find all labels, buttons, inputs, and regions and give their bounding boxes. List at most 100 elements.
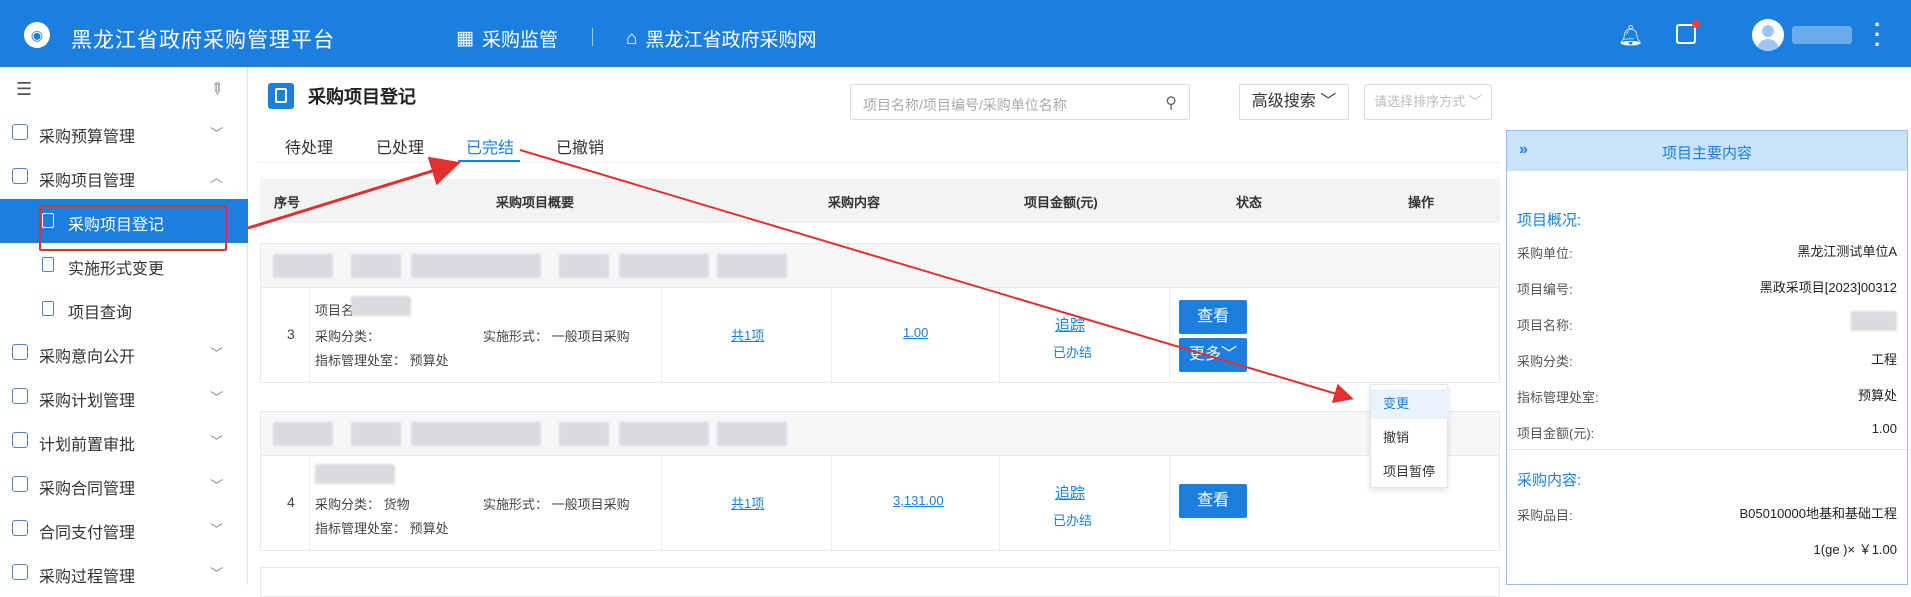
status-badge: 已办结 xyxy=(1053,345,1093,360)
advanced-search-button[interactable]: 高级搜索 ﹀ xyxy=(1239,84,1349,120)
search-input[interactable]: 项目名称/项目编号/采购单位名称 ⚲ xyxy=(850,84,1190,120)
tab-completed[interactable]: 已完结 xyxy=(466,134,514,158)
field-label: 指标管理处室: xyxy=(1517,390,1599,405)
sidebar-item-project[interactable]: 采购项目管理 ︿ xyxy=(0,155,248,199)
field-value: 1.00 xyxy=(1871,421,1897,436)
th-index: 序号 xyxy=(274,195,301,210)
row-group-header-blurred xyxy=(261,244,1499,288)
row-group-header-blurred xyxy=(261,412,1499,456)
sidebar-item-label: 计划前置审批 xyxy=(39,437,136,454)
more-button[interactable]: 更多﹀ xyxy=(1179,338,1247,372)
sidebar-item-contract[interactable]: 采购合同管理 ﹀ xyxy=(0,463,248,507)
track-link[interactable]: 追踪 xyxy=(1055,482,1085,503)
row-amount-link[interactable]: 1.00 xyxy=(903,325,928,340)
th-amount: 项目金额(元) xyxy=(1024,195,1098,210)
track-link[interactable]: 追踪 xyxy=(1055,314,1085,335)
sidebar-item-payment[interactable]: 合同支付管理 ﹀ xyxy=(0,507,248,551)
table-header: 序号 采购项目概要 采购内容 项目金额(元) 状态 操作 xyxy=(260,179,1500,223)
row-summary-category: 采购分类： xyxy=(315,329,381,344)
project-detail-panel: » 项目主要内容 项目概况: 采购单位: 黑龙江测试单位A 项目编号: 黑政采项… xyxy=(1506,130,1908,585)
sidebar-header: ☰ ✎ xyxy=(0,67,248,111)
plan-icon xyxy=(12,388,28,404)
bell-icon[interactable]: 🔔︎ xyxy=(1618,23,1643,48)
tab-bar: 待处理 已处理 已完结 已撤销 xyxy=(258,122,1500,162)
tab-divider xyxy=(258,162,1500,163)
row-summary-dept: 指标管理处室： 预算处 xyxy=(315,353,449,368)
page-title-text: 采购项目登记 xyxy=(308,87,416,107)
more-vertical-icon[interactable]: · · · xyxy=(1874,14,1881,56)
annotation-highlight-box xyxy=(39,205,227,251)
grid-icon: ▦ xyxy=(456,28,474,49)
row-summary-category: 采购分类： 货物 xyxy=(315,497,410,512)
content-title: 采购内容: xyxy=(1517,472,1582,489)
notification-dot xyxy=(1692,20,1700,28)
nav-supervise[interactable]: ▦ 采购监管 xyxy=(456,25,558,52)
row-content-link[interactable]: 共1项 xyxy=(731,325,764,344)
row-summary-form: 实施形式： 一般项目采购 xyxy=(483,497,630,512)
sidebar: ☰ ✎ 采购预算管理 ﹀ 采购项目管理 ︿ 采购项目登记 实施形式变更 项目查询… xyxy=(0,67,248,586)
view-button[interactable]: 查看 xyxy=(1179,484,1247,518)
row-body: 4 采购分类： 货物 实施形式： 一般项目采购 指标管理处室： 预算处 共1项 … xyxy=(261,456,1499,550)
sidebar-item-intent[interactable]: 采购意向公开 ﹀ xyxy=(0,331,248,375)
chevron-down-icon: ﹀ xyxy=(210,478,224,493)
contract-icon xyxy=(12,476,28,492)
tab-revoked[interactable]: 已撤销 xyxy=(556,134,604,158)
avatar[interactable] xyxy=(1752,19,1784,51)
user-name-blurred xyxy=(1792,26,1852,44)
chevron-down-icon: ﹀ xyxy=(210,126,224,141)
top-bar: ◉ 黑龙江省政府采购管理平台 ▦ 采购监管 ⌂ 黑龙江省政府采购网 🔔︎ · · · xyxy=(0,0,1911,67)
intent-icon xyxy=(12,344,28,360)
menu-item-revoke[interactable]: 撤销 xyxy=(1371,423,1449,453)
sidebar-item-project-query[interactable]: 项目查询 xyxy=(0,287,248,331)
sidebar-item-process[interactable]: 采购过程管理 ﹀ xyxy=(0,551,248,595)
table-row-partial xyxy=(260,567,1500,597)
main-content: 采购项目登记 项目名称/项目编号/采购单位名称 ⚲ 高级搜索 ﹀ 请选择排序方式… xyxy=(258,67,1500,597)
status-badge: 已办结 xyxy=(1053,513,1093,528)
item-value: B05010000地基和基础工程 xyxy=(1739,506,1897,521)
menu-item-pause[interactable]: 项目暂停 xyxy=(1371,457,1449,487)
row-content-link[interactable]: 共1项 xyxy=(731,493,764,512)
nav-site[interactable]: ⌂ 黑龙江省政府采购网 xyxy=(626,25,817,52)
sidebar-item-label: 采购过程管理 xyxy=(39,569,136,586)
search-document-icon xyxy=(42,301,54,316)
chevron-up-icon: ︿ xyxy=(210,170,224,185)
sort-placeholder: 请选择排序方式 xyxy=(1374,94,1466,109)
chevron-down-icon: ﹀ xyxy=(210,522,224,537)
chevron-down-icon: ﹀ xyxy=(210,346,224,361)
app-title: 黑龙江省政府采购管理平台 xyxy=(71,29,335,52)
menu-item-change[interactable]: 变更 xyxy=(1371,389,1449,419)
document-icon xyxy=(42,257,54,272)
field-value: 黑龙江测试单位A xyxy=(1797,244,1897,259)
field-value: 工程 xyxy=(1870,352,1897,367)
tab-pending[interactable]: 待处理 xyxy=(285,134,333,158)
tab-processed[interactable]: 已处理 xyxy=(376,134,424,158)
search-icon[interactable]: ⚲ xyxy=(1165,93,1177,113)
menu-icon[interactable]: ☰ xyxy=(16,79,32,100)
row-summary-form: 实施形式： 一般项目采购 xyxy=(483,329,630,344)
sidebar-item-pre-approval[interactable]: 计划前置审批 ﹀ xyxy=(0,419,248,463)
chevron-down-icon: ﹀ xyxy=(210,566,224,581)
sidebar-item-label: 采购意向公开 xyxy=(39,349,136,366)
field-value: 黑政采项目[2023]00312 xyxy=(1759,280,1897,295)
task-icon[interactable] xyxy=(1676,20,1700,44)
sort-select[interactable]: 请选择排序方式 ﹀ xyxy=(1364,84,1492,120)
row-amount-link[interactable]: 3,131.00 xyxy=(893,493,944,508)
row-body: 3 项目名 采购分类： 实施形式： 一般项目采购 指标管理处室： 预算处 共1项… xyxy=(261,288,1499,382)
nav-site-label: 黑龙江省政府采购网 xyxy=(645,30,817,51)
view-button[interactable]: 查看 xyxy=(1179,300,1247,334)
sidebar-item-label: 采购计划管理 xyxy=(39,393,136,410)
sidebar-item-label: 采购项目管理 xyxy=(39,173,136,190)
payment-icon xyxy=(12,520,28,536)
table-row: 3 项目名 采购分类： 实施形式： 一般项目采购 指标管理处室： 预算处 共1项… xyxy=(260,243,1500,383)
more-label: 更多 xyxy=(1188,346,1221,363)
sidebar-item-budget[interactable]: 采购预算管理 ﹀ xyxy=(0,111,248,155)
th-summary: 采购项目概要 xyxy=(496,195,575,210)
sidebar-item-plan[interactable]: 采购计划管理 ﹀ xyxy=(0,375,248,419)
row-index: 4 xyxy=(287,494,295,510)
pin-icon[interactable]: ✎ xyxy=(205,77,229,101)
field-label: 项目名称: xyxy=(1517,318,1573,333)
th-content: 采购内容 xyxy=(828,195,881,210)
sidebar-item-label: 采购预算管理 xyxy=(39,129,136,146)
sidebar-item-label: 实施形式变更 xyxy=(68,261,165,278)
sidebar-item-label: 采购合同管理 xyxy=(39,481,136,498)
